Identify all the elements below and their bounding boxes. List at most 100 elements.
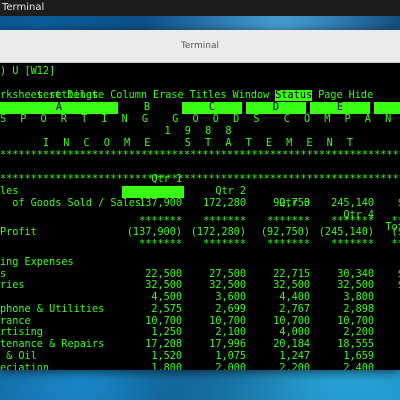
cell-value[interactable]: $ bbox=[356, 363, 400, 371]
menu-erase[interactable]: Erase bbox=[153, 90, 184, 101]
cell-value[interactable]: 2,100 bbox=[184, 327, 246, 339]
cell-value[interactable]: 10,700 bbox=[120, 316, 182, 328]
menu-prompt: rksheet settings bbox=[0, 90, 99, 101]
menu-page[interactable]: Page bbox=[318, 90, 343, 101]
cell-value[interactable]: 10,700 bbox=[184, 316, 246, 328]
cell-value[interactable]: 2,200 bbox=[248, 363, 310, 371]
cell-value[interactable]: 32,500 bbox=[120, 280, 182, 292]
cell-value[interactable]: 3,600 bbox=[184, 292, 246, 304]
row-label[interactable]: eciation bbox=[0, 363, 49, 371]
row-label[interactable]: & Oil bbox=[0, 351, 37, 363]
menu-status[interactable]: Status bbox=[275, 90, 313, 101]
report-company: S P O R T I N G G O O D S C O M P A N Y bbox=[0, 114, 400, 125]
cell-value[interactable]: ******* bbox=[120, 216, 182, 228]
cell-value[interactable]: 1,075 bbox=[184, 351, 246, 363]
col-header-f[interactable] bbox=[374, 102, 400, 114]
window-title: Terminal bbox=[0, 30, 400, 63]
row-label[interactable]: Profit bbox=[0, 227, 37, 239]
cell-value[interactable]: 2,767 bbox=[248, 304, 310, 316]
menu-column[interactable]: Column bbox=[110, 90, 147, 101]
cell-value[interactable]: $10 bbox=[356, 269, 400, 281]
cell-value[interactable]: 1,247 bbox=[248, 351, 310, 363]
cell-value[interactable]: 2,575 bbox=[120, 304, 182, 316]
cell-value[interactable]: 4,000 bbox=[248, 327, 310, 339]
cell-value[interactable]: 1,250 bbox=[120, 327, 182, 339]
row-label[interactable]: les bbox=[0, 186, 18, 198]
col-header-c[interactable]: C bbox=[182, 102, 242, 114]
cell-value[interactable]: 4,500 bbox=[120, 292, 182, 304]
cell-value[interactable]: ******* bbox=[248, 239, 310, 251]
cell-value[interactable]: 20,184 bbox=[248, 339, 310, 351]
row-label[interactable]: ries bbox=[0, 280, 25, 292]
row-label[interactable]: s bbox=[0, 269, 6, 281]
cell-value[interactable]: 22,500 bbox=[120, 269, 182, 281]
cell-value[interactable]: $1 bbox=[356, 292, 400, 304]
table-row: Profit (137,900) (172,280) (92,750) (245,140… bbox=[0, 227, 400, 239]
cell-value[interactable]: **** bbox=[356, 216, 400, 228]
cell-value[interactable]: 172,280 bbox=[184, 198, 246, 210]
cell-value[interactable]: 22,715 bbox=[248, 269, 310, 281]
active-app-label[interactable]: Terminal bbox=[2, 0, 44, 16]
cell-value[interactable]: $ bbox=[356, 351, 400, 363]
cell-value[interactable]: **** bbox=[356, 239, 400, 251]
cell-value[interactable]: ******* bbox=[120, 239, 182, 251]
col-header-d[interactable]: D bbox=[246, 102, 306, 114]
cell-value[interactable]: 32,500 bbox=[184, 280, 246, 292]
quarter-header-row: Qtr 1 Qtr 2 Qtr 3 Qtr 4 Total bbox=[151, 174, 400, 233]
menu-window[interactable]: Window bbox=[232, 90, 269, 101]
row-label[interactable]: phone & Utilities bbox=[0, 304, 104, 316]
row-label[interactable]: ing Expenses bbox=[0, 257, 74, 269]
cell-value[interactable]: 17,208 bbox=[120, 339, 182, 351]
table-row: 4,5003,6004,4003,800$1 bbox=[0, 292, 400, 304]
cell-value[interactable]: 10,700 bbox=[248, 316, 310, 328]
cell-value[interactable]: $13 bbox=[356, 280, 400, 292]
cell-value[interactable]: 17,996 bbox=[184, 339, 246, 351]
terminal-window[interactable]: Terminal ) U [W12] sert Delete Column Erase… bbox=[0, 30, 400, 370]
cell-value[interactable]: 2,000 bbox=[184, 363, 246, 371]
col-header-b[interactable]: B bbox=[122, 102, 172, 114]
row-label[interactable]: rtising bbox=[0, 327, 43, 339]
cell-value[interactable]: ******* bbox=[184, 239, 246, 251]
cell-value[interactable]: ******* bbox=[184, 216, 246, 228]
cell-value[interactable]: $7 bbox=[356, 339, 400, 351]
cell-value[interactable]: (92,750) bbox=[248, 227, 310, 239]
cell-value[interactable]: ******* bbox=[248, 216, 310, 228]
table-row: ******************************** bbox=[0, 216, 400, 228]
cell-value[interactable]: 1,520 bbox=[120, 351, 182, 363]
cell-value[interactable]: $1 bbox=[356, 304, 400, 316]
table-row: ries32,50032,50032,50032,500$13 bbox=[0, 280, 400, 292]
row-label[interactable]: tenance & Repairs bbox=[0, 339, 104, 351]
col-header-e[interactable]: E bbox=[310, 102, 370, 114]
table-row: ing Expenses bbox=[0, 257, 400, 269]
table-row: & Oil1,5201,0751,2471,659$ bbox=[0, 351, 400, 363]
menu-hide[interactable]: Hide bbox=[349, 90, 374, 101]
cell-value[interactable]: 92,750 bbox=[248, 198, 310, 210]
terminal-screen[interactable]: ) U [W12] sert Delete Column Erase Titles Win… bbox=[0, 63, 400, 370]
cell-value[interactable]: 2,699 bbox=[184, 304, 246, 316]
cell-value[interactable]: $4 bbox=[356, 316, 400, 328]
star-divider-header: ****************************************… bbox=[0, 174, 400, 185]
command-menu: sert Delete Column Erase Titles Window Status P… bbox=[0, 78, 379, 101]
table-row: phone & Utilities2,5752,6992,7672,898$1 bbox=[0, 304, 400, 316]
star-divider-top: ****************************************… bbox=[0, 150, 400, 161]
cell-value[interactable]: $ bbox=[356, 327, 400, 339]
top-bar: Terminal bbox=[0, 0, 400, 16]
cell-value[interactable]: (137,900) bbox=[120, 227, 182, 239]
table-row: eciation1,8002,0002,2002,400$ bbox=[0, 363, 400, 371]
menu-titles[interactable]: Titles bbox=[190, 90, 227, 101]
cell-value[interactable]: 4,400 bbox=[248, 292, 310, 304]
cell-value[interactable]: $64 bbox=[356, 198, 400, 210]
cell-value[interactable]: 137,900 bbox=[120, 198, 182, 210]
cell-value[interactable]: ($64 bbox=[356, 227, 400, 239]
row-label[interactable]: rance bbox=[0, 316, 31, 328]
cell-value[interactable]: (172,280) bbox=[184, 227, 246, 239]
cell-value[interactable]: 27,500 bbox=[184, 269, 246, 281]
table-row: s22,50027,50022,71530,340$10 bbox=[0, 269, 400, 281]
cell-value[interactable]: 1,800 bbox=[120, 363, 182, 371]
report-year: 1 9 8 8 bbox=[164, 126, 236, 137]
table-row: rtising1,2502,1004,0002,200$ bbox=[0, 327, 400, 339]
col-header-a[interactable]: A bbox=[0, 102, 118, 114]
cell-value[interactable]: 32,500 bbox=[248, 280, 310, 292]
table-row: tenance & Repairs 17,208 17,996 20,184 18,55… bbox=[0, 339, 400, 351]
cell-cursor[interactable] bbox=[122, 186, 184, 198]
